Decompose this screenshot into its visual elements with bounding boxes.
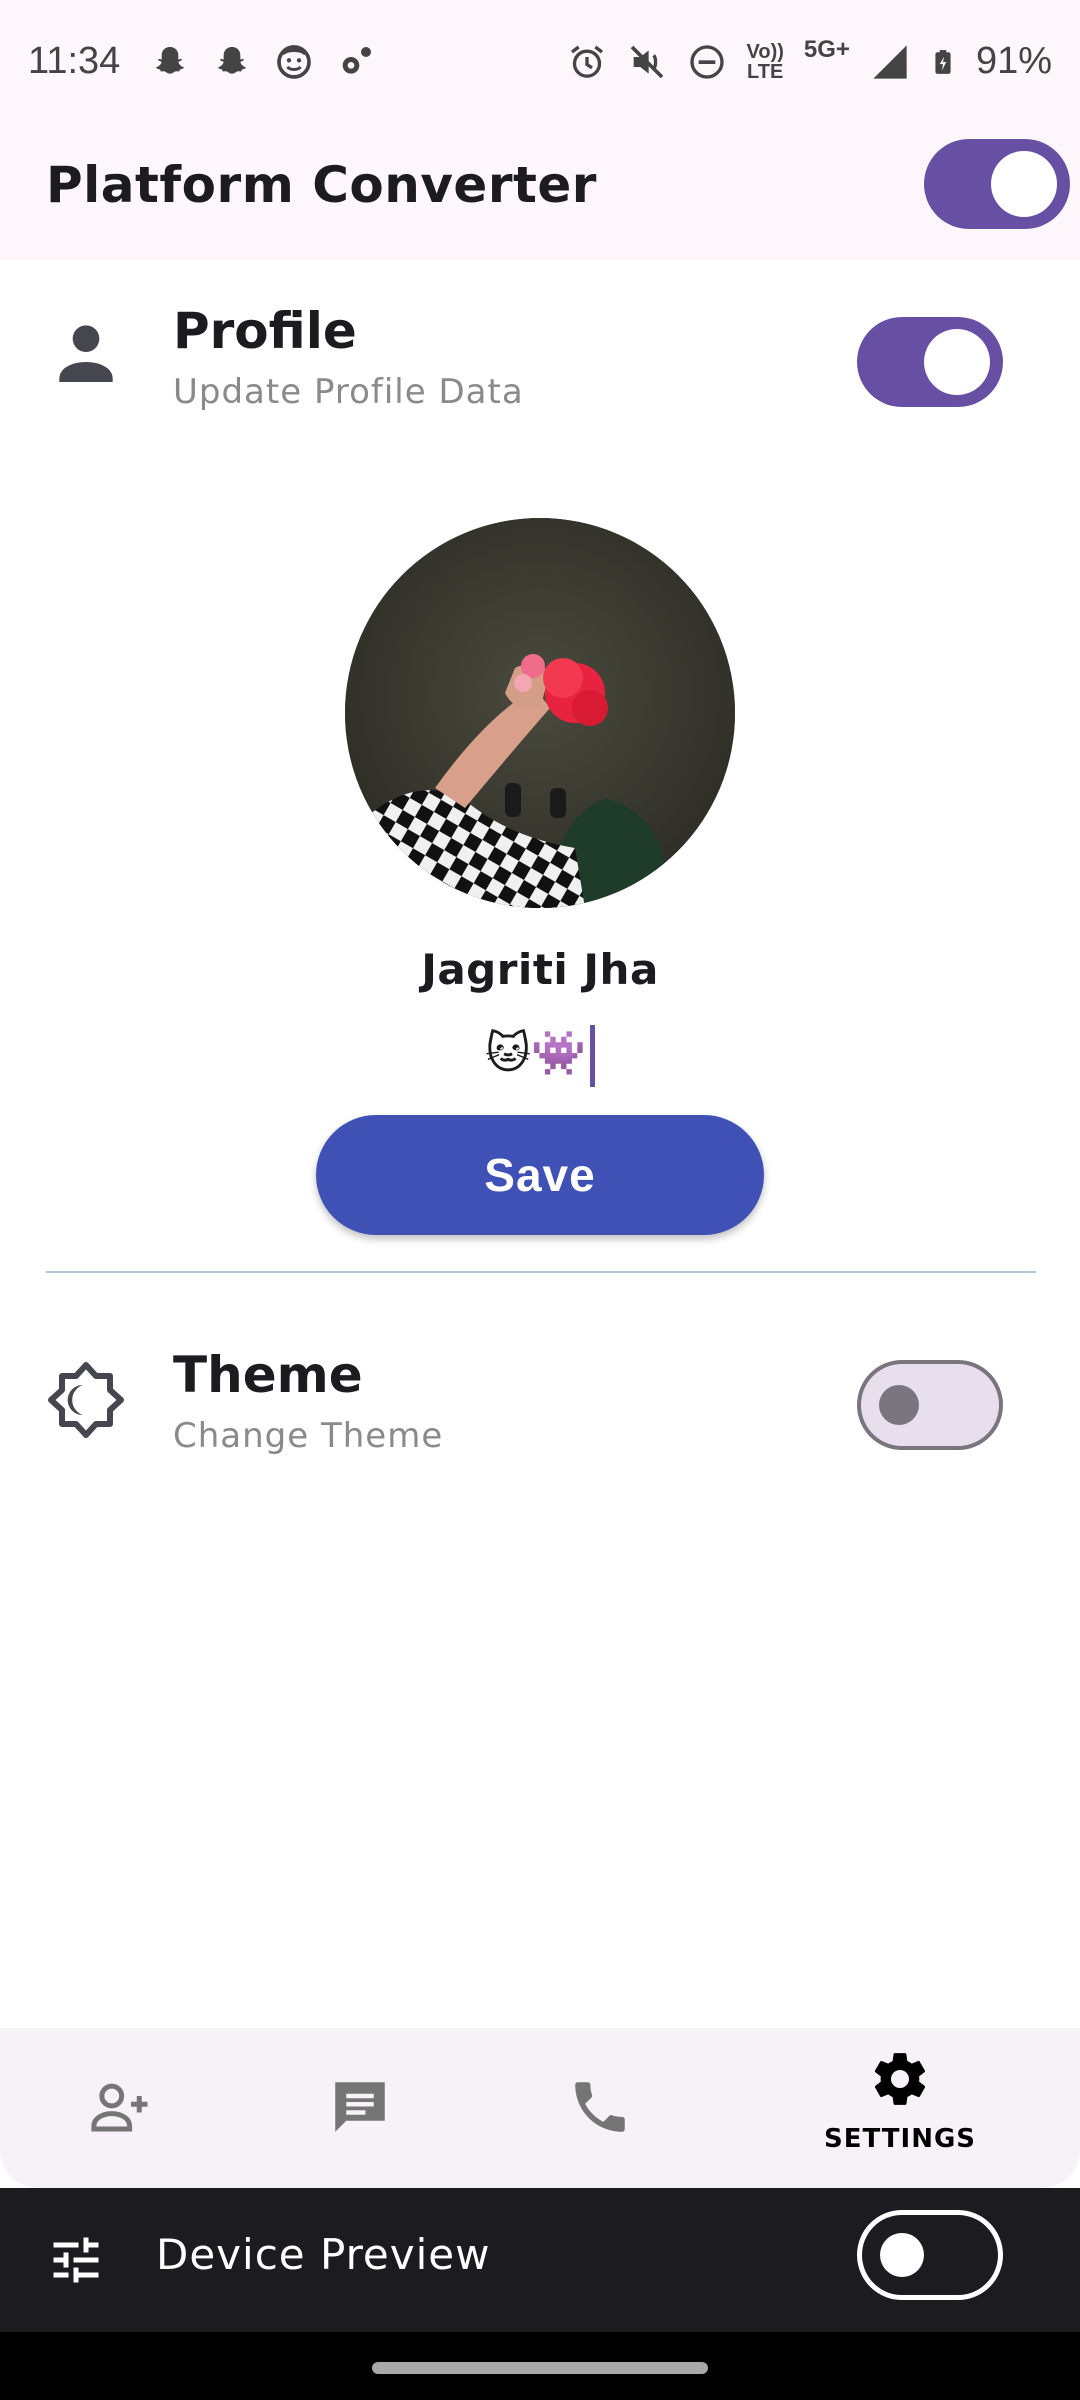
- app-bar: Platform Converter: [0, 128, 1080, 260]
- do-not-disturb-icon: [689, 44, 724, 79]
- person-icon: [59, 325, 113, 382]
- status-time: 11:34: [28, 40, 121, 82]
- nav-item-settings[interactable]: SETTINGS: [780, 2028, 1020, 2188]
- bio-text: 🐱👾: [485, 1028, 586, 1079]
- avatar[interactable]: [345, 518, 735, 908]
- bottom-navigation: SETTINGS: [0, 2028, 1080, 2188]
- brightness-icon: [48, 1362, 124, 1438]
- profile-photo: [345, 518, 735, 908]
- system-navigation-bar: [0, 2332, 1080, 2400]
- settings-sync-icon: [342, 47, 371, 74]
- profile-setting-row: Profile Update Profile Data: [0, 290, 1080, 430]
- battery-percentage: 91%: [975, 40, 1052, 82]
- save-button[interactable]: Save: [316, 1115, 764, 1235]
- device-preview-toggle[interactable]: [857, 2210, 1003, 2300]
- nav-item-add-contact[interactable]: [0, 2028, 240, 2188]
- alarm-icon: [570, 45, 603, 78]
- mute-icon: [630, 45, 663, 78]
- tune-icon[interactable]: [46, 2230, 106, 2290]
- volte-indicator: Vo)) LTE: [746, 40, 784, 83]
- add-person-icon: [91, 2083, 148, 2132]
- signal-icon: [873, 44, 907, 79]
- app-title: Platform Converter: [46, 156, 597, 214]
- nav-item-chats[interactable]: [240, 2028, 480, 2188]
- snapchat-icon: [218, 47, 246, 74]
- theme-setting-row: Theme Change Theme: [0, 1332, 1080, 1472]
- nav-label-settings: SETTINGS: [823, 2124, 977, 2154]
- theme-toggle[interactable]: [857, 1360, 1003, 1450]
- device-preview-label: Device Preview: [156, 2230, 491, 2279]
- status-bar: 11:34 Vo)) LTE 5G+ 91%: [0, 0, 1080, 128]
- text-cursor: [589, 1025, 595, 1087]
- nav-item-calls[interactable]: [480, 2028, 720, 2188]
- divider: [46, 1271, 1036, 1273]
- battery-icon: [935, 49, 951, 74]
- toggle-knob: [924, 329, 990, 395]
- profile-toggle[interactable]: [857, 317, 1003, 407]
- theme-title: Theme: [173, 1346, 363, 1404]
- snapchat-icon: [156, 47, 184, 74]
- theme-subtitle: Change Theme: [173, 1416, 444, 1456]
- platform-toggle[interactable]: [924, 139, 1070, 229]
- notification-icons: [150, 42, 376, 82]
- face-icon: [277, 45, 311, 79]
- bio-input[interactable]: 🐱👾: [0, 1025, 1080, 1087]
- system-status-icons: Vo)) LTE 5G+ 91%: [567, 36, 1052, 83]
- profile-subtitle: Update Profile Data: [173, 372, 524, 412]
- profile-name: Jagriti Jha: [421, 945, 659, 994]
- home-gesture-handle[interactable]: [372, 2362, 708, 2374]
- profile-title: Profile: [173, 302, 357, 360]
- chat-icon: [335, 2082, 385, 2132]
- toggle-knob: [879, 1385, 919, 1425]
- network-5g-indicator: 5G+: [803, 36, 850, 63]
- toggle-knob: [991, 151, 1057, 217]
- toggle-knob: [880, 2233, 924, 2277]
- settings-icon: [874, 2053, 926, 2105]
- device-preview-bar: Device Preview: [0, 2188, 1080, 2332]
- phone-icon: [575, 2082, 625, 2132]
